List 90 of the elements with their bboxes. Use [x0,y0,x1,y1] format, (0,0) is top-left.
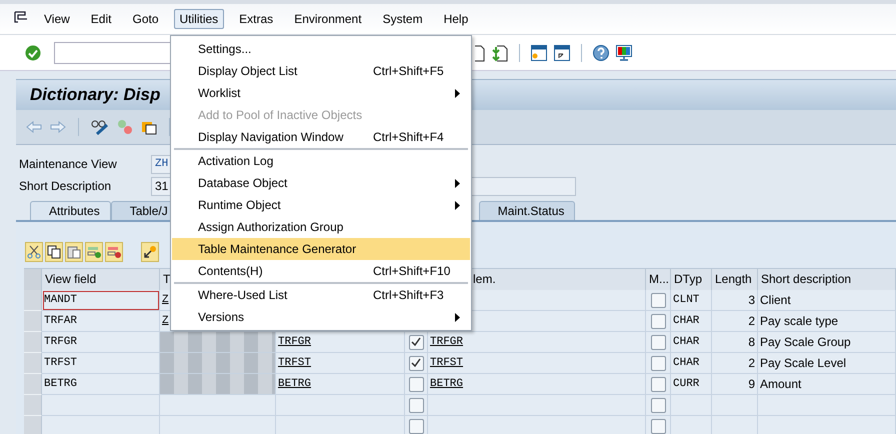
menu-bar-item[interactable]: Environment [288,9,368,29]
menu-item[interactable]: Table Maintenance Generator [172,238,470,260]
row-selector[interactable] [24,311,42,332]
glasses-pencil-icon[interactable] [91,119,109,135]
checkbox[interactable] [408,334,424,350]
row-selector[interactable] [24,290,42,311]
menu-bar-item[interactable]: Edit [84,9,118,29]
column-header[interactable]: DTyp [671,269,712,290]
page-icon[interactable] [475,44,485,62]
download-page-icon[interactable] [492,44,508,62]
menu-item[interactable]: Display Navigation Window Ctrl+Shift+F4 [172,126,470,148]
menu-bar-item[interactable]: View [38,9,76,29]
table-cell: Pay scale type [758,311,896,332]
page-highlight-icon[interactable] [141,119,157,135]
checkbox[interactable] [650,376,666,392]
table-cell: CHAR [671,332,712,353]
table-cell: CLNT [671,290,712,311]
table-cell: TRFST [276,353,405,374]
menu-item[interactable]: Settings... [172,38,470,60]
table-cell [712,416,758,434]
checkbox[interactable] [650,334,666,350]
column-header[interactable]: Short description [758,269,896,290]
screen-title: Dictionary: Disp [30,85,160,105]
tab[interactable]: Maint.Status [478,201,576,220]
checkbox[interactable] [650,398,666,412]
check-icon[interactable] [25,44,41,60]
menu-bar-item[interactable]: System [376,9,429,29]
table-cell: TRFGR [42,332,160,353]
shortcut-window-icon[interactable] [554,44,570,60]
row-selector[interactable] [24,374,42,395]
field-label: Maintenance View [18,157,118,171]
scissors-icon[interactable] [25,242,43,262]
table-cell: 3 [712,290,758,311]
table-cell: Pay Scale Group [758,332,896,353]
table-cell: BETRG [42,374,160,395]
table-cell: TRFAR [42,311,160,332]
table-cell: 2 [712,353,758,374]
menu-item[interactable]: Worklist [172,82,470,104]
row-selector[interactable] [24,332,42,353]
menu-bar-item[interactable]: Help [438,9,474,29]
checkbox[interactable] [650,292,666,308]
table-cell: Client [758,290,896,311]
table-cell: 2 [712,311,758,332]
circles-icon[interactable] [117,119,133,135]
select-all-cell[interactable] [24,269,42,290]
table-cell: 9 [712,374,758,395]
table-cell: MANDT [42,290,160,311]
table-cell: 8 [712,332,758,353]
table-cell: BETRG [276,374,405,395]
table-cell: TRFGR [428,332,646,353]
table-cell: Pay Scale Level [758,353,896,374]
menu-bar-item[interactable]: Extras [233,9,280,29]
checkbox[interactable] [408,356,424,370]
table-cell: BETRG [428,374,646,395]
tab[interactable]: Attributes [30,201,111,220]
table-cell: CURR [671,374,712,395]
table-cell: Amount [758,374,896,395]
menu-item[interactable]: Display Object List Ctrl+Shift+F5 [172,60,470,82]
table-cell: CHAR [671,353,712,374]
column-header[interactable]: M... [646,269,671,290]
delete-row-icon[interactable] [105,242,123,262]
row-selector[interactable] [24,353,42,374]
checkbox[interactable] [408,418,424,434]
table-cell: CHAR [671,311,712,332]
copy-icon[interactable] [45,242,63,262]
menu-bar-item[interactable]: Utilities [174,9,224,29]
column-header[interactable]: View field [42,269,160,290]
checkbox[interactable] [650,418,666,434]
table-cell: TRFGR [276,332,405,353]
checkbox[interactable] [408,376,424,392]
checkbox[interactable] [650,356,666,370]
menu-item[interactable]: Activation Log [172,150,470,172]
table-cell: TRFST [42,353,160,374]
help-icon[interactable] [593,44,609,60]
insert-row-icon[interactable] [85,242,103,262]
menu-item[interactable]: Database Object [172,172,470,194]
column-header[interactable]: Length [712,269,758,290]
table-cell: TRFST [428,353,646,374]
forward-arrow-icon[interactable] [50,121,66,133]
menu-bar-item[interactable]: Goto [126,9,164,29]
monitor-icon[interactable] [616,44,632,60]
checkbox[interactable] [650,314,666,328]
paste-icon[interactable] [65,242,83,262]
back-arrow-icon[interactable] [26,121,42,133]
checkbox[interactable] [408,398,424,412]
table-cell [712,395,758,416]
row-selector[interactable] [24,395,42,416]
new-window-icon[interactable] [531,44,547,60]
field-label: Short Description [18,179,112,193]
menu-icon[interactable] [14,11,28,23]
